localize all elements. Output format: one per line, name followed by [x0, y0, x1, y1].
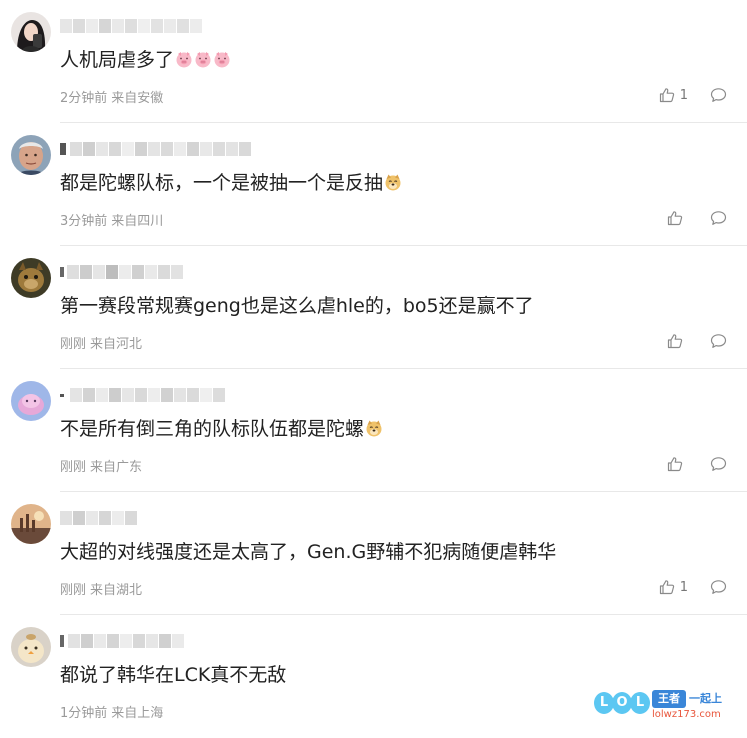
comment-meta: 刚刚 来自湖北: [60, 579, 142, 598]
thumbs-up-icon: [659, 580, 674, 595]
comment-item: 不是所有倒三角的队标队伍都是陀螺 刚刚 来自广东: [0, 369, 747, 492]
comment-text-body: 不是所有倒三角的队标队伍都是陀螺: [60, 418, 365, 440]
comment-text-body: 大超的对线强度还是太高了，Gen.G野辅不犯病随便虐韩华: [60, 541, 557, 563]
avatar[interactable]: [11, 504, 51, 544]
comment-time: 3分钟前: [60, 214, 108, 229]
comment-text-body: 都是陀螺队标，一个是被抽一个是反抽: [60, 172, 384, 194]
comment-text: 人机局虐多了: [60, 46, 231, 74]
comment-time: 刚刚: [60, 460, 87, 475]
like-button[interactable]: [667, 456, 688, 472]
comment-meta: 1分钟前 来自上海: [60, 702, 163, 721]
avatar[interactable]: [11, 258, 51, 298]
like-button[interactable]: [667, 333, 688, 349]
avatar[interactable]: [11, 381, 51, 421]
comment-text-body: 都说了韩华在LCK真不无敌: [60, 664, 287, 686]
username-redacted[interactable]: [60, 139, 252, 159]
reply-button[interactable]: [710, 210, 727, 226]
comment-time: 刚刚: [60, 583, 87, 598]
reply-button[interactable]: [710, 87, 727, 103]
username-redacted[interactable]: [60, 631, 185, 651]
comment-text-body: 人机局虐多了: [60, 49, 175, 71]
doge-face-icon: [385, 174, 401, 191]
watermark-letter: O: [612, 692, 632, 714]
comment-text: 都说了韩华在LCK真不无敌: [60, 661, 286, 689]
reply-button[interactable]: [710, 333, 727, 349]
like-button[interactable]: 1: [659, 579, 688, 595]
watermark-game: 王者: [652, 690, 686, 708]
username-redacted[interactable]: [60, 16, 203, 36]
comment-item: 大超的对线强度还是太高了，Gen.G野辅不犯病随便虐韩华 刚刚 来自湖北 1: [0, 492, 747, 615]
comment-text: 大超的对线强度还是太高了，Gen.G野辅不犯病随便虐韩华: [60, 538, 556, 566]
thumbs-up-icon: [659, 88, 674, 103]
reply-button[interactable]: [710, 456, 727, 472]
username-redacted[interactable]: [60, 508, 138, 528]
pig-face-icon: [214, 52, 230, 68]
comment-item: 第一赛段常规赛geng也是这么虐hle的，bo5还是赢不了 刚刚 来自河北: [0, 246, 747, 369]
comment-actions: 1: [659, 577, 727, 597]
site-watermark-logo: L O L 王者 一起上 lolwz173.com: [594, 688, 734, 722]
comment-list: 人机局虐多了 2分钟前 来自安徽 1 都是陀螺队标，一个是被抽一个是反抽 3分钟…: [0, 0, 747, 738]
doge-face-icon: [366, 420, 382, 437]
comment-time: 1分钟前: [60, 706, 108, 721]
comment-actions: [667, 331, 727, 351]
watermark-slogan: 一起上: [689, 692, 722, 705]
avatar[interactable]: [11, 12, 51, 52]
comment-actions: [667, 208, 727, 228]
like-count: 1: [679, 87, 688, 103]
comment-text: 不是所有倒三角的队标队伍都是陀螺: [60, 415, 383, 443]
comment-bubble-icon: [710, 88, 727, 102]
comment-meta: 刚刚 来自广东: [60, 456, 142, 475]
comment-location: 来自上海: [111, 706, 164, 721]
avatar[interactable]: [11, 627, 51, 667]
comment-location: 来自湖北: [90, 583, 143, 598]
reply-button[interactable]: [710, 579, 727, 595]
comment-location: 来自河北: [90, 337, 143, 352]
comment-bubble-icon: [710, 211, 727, 225]
comment-bubble-icon: [710, 334, 727, 348]
comment-time: 刚刚: [60, 337, 87, 352]
avatar[interactable]: [11, 135, 51, 175]
comment-location: 来自安徽: [111, 91, 164, 106]
comment-item: 都是陀螺队标，一个是被抽一个是反抽 3分钟前 来自四川: [0, 123, 747, 246]
comment-location: 来自四川: [111, 214, 164, 229]
watermark-letter: L: [630, 692, 650, 714]
pig-face-icon: [195, 52, 211, 68]
comment-text: 第一赛段常规赛geng也是这么虐hle的，bo5还是赢不了: [60, 292, 534, 320]
watermark-letter: L: [594, 692, 614, 714]
comment-actions: [667, 454, 727, 474]
like-count: 1: [679, 579, 688, 595]
thumbs-up-icon: [667, 211, 683, 226]
username-redacted[interactable]: [60, 262, 184, 282]
comment-text: 都是陀螺队标，一个是被抽一个是反抽: [60, 169, 402, 197]
comment-meta: 2分钟前 来自安徽: [60, 87, 163, 106]
watermark-site: lolwz173.com: [652, 709, 721, 720]
comment-location: 来自广东: [90, 460, 143, 475]
comment-meta: 刚刚 来自河北: [60, 333, 142, 352]
username-redacted[interactable]: [60, 385, 226, 405]
like-button[interactable]: 1: [659, 87, 688, 103]
comment-time: 2分钟前: [60, 91, 108, 106]
comment-item: 人机局虐多了 2分钟前 来自安徽 1: [0, 0, 747, 123]
comment-bubble-icon: [710, 457, 727, 471]
thumbs-up-icon: [667, 334, 683, 349]
like-button[interactable]: [667, 210, 688, 226]
thumbs-up-icon: [667, 457, 683, 472]
comment-meta: 3分钟前 来自四川: [60, 210, 163, 229]
comment-bubble-icon: [710, 580, 727, 594]
pig-face-icon: [176, 52, 192, 68]
comment-text-body: 第一赛段常规赛geng也是这么虐hle的，bo5还是赢不了: [60, 295, 534, 317]
comment-actions: 1: [659, 85, 727, 105]
